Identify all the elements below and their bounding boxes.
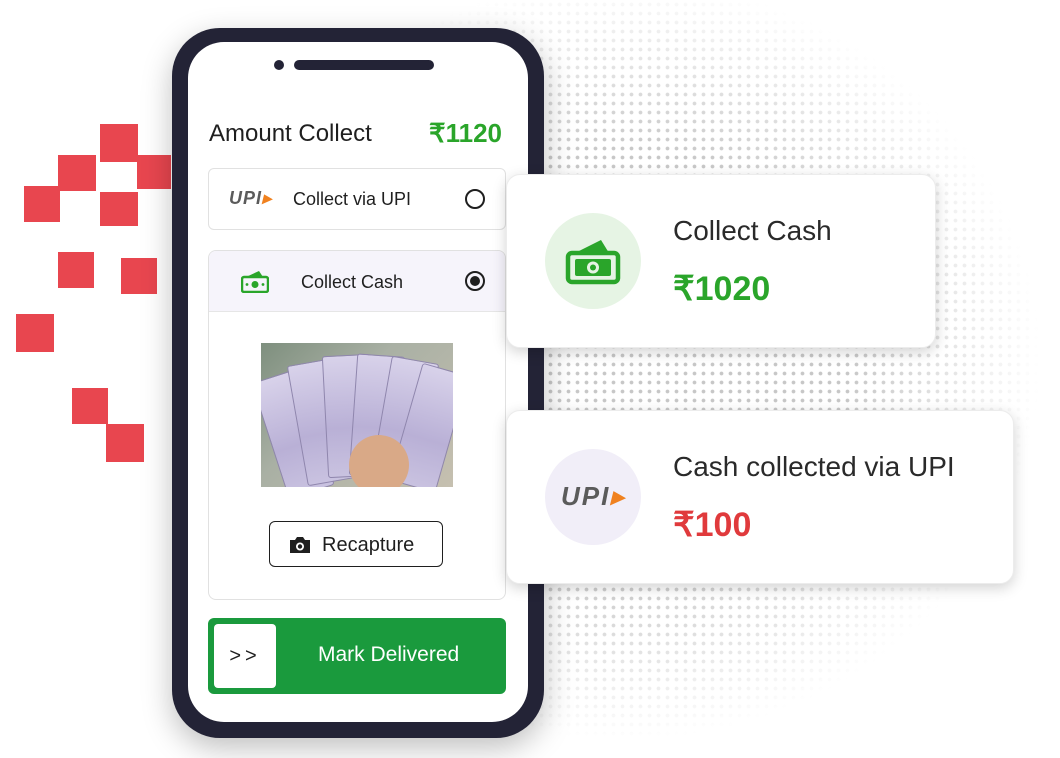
upi-logo: UPI▸	[561, 481, 626, 511]
upi-logo: UPI▸	[229, 188, 273, 208]
phone-screen: Amount Collect ₹1120 UPI▸ Collect via UP…	[188, 42, 528, 722]
collect-cash-label: Collect Cash	[301, 272, 404, 292]
upi-collected-card-title: Cash collected via UPI	[673, 451, 955, 482]
upi-logo-circle: UPI▸	[545, 449, 641, 545]
cash-icon	[241, 271, 269, 293]
camera-icon	[290, 537, 310, 553]
cash-icon	[565, 240, 621, 285]
amount-collect-value: ₹1120	[429, 118, 502, 148]
upi-collected-card-value: ₹100	[673, 506, 752, 544]
recapture-button[interactable]: Recapture	[269, 521, 443, 567]
collect-via-upi-option[interactable]: UPI▸ Collect via UPI	[208, 168, 506, 230]
speaker-notch	[294, 60, 434, 70]
cash-icon-circle	[545, 213, 641, 309]
upi-radio[interactable]	[465, 189, 485, 209]
collect-cash-card-title: Collect Cash	[673, 215, 832, 246]
camera-dot	[274, 60, 284, 70]
collect-cash-card-value: ₹1020	[673, 270, 771, 308]
collect-via-upi-label: Collect via UPI	[293, 189, 412, 209]
phone-frame: Amount Collect ₹1120 UPI▸ Collect via UP…	[172, 28, 544, 738]
upi-collected-card: UPI▸ Cash collected via UPI ₹100	[506, 410, 1014, 584]
collect-cash-option[interactable]: Collect Cash	[209, 251, 505, 312]
collect-cash-card: Collect Cash ₹1020	[506, 174, 936, 348]
amount-collect-label: Amount Collect	[209, 120, 372, 147]
mark-delivered-label: Mark Delivered	[318, 643, 460, 666]
collect-cash-panel: Collect Cash Recapture	[208, 250, 506, 600]
recapture-label: Recapture	[322, 534, 415, 556]
cash-photo	[261, 343, 453, 487]
cash-radio[interactable]	[465, 271, 485, 291]
mark-delivered-slider[interactable]: >> Mark Delivered	[208, 618, 506, 694]
slider-handle[interactable]: >>	[214, 624, 276, 688]
